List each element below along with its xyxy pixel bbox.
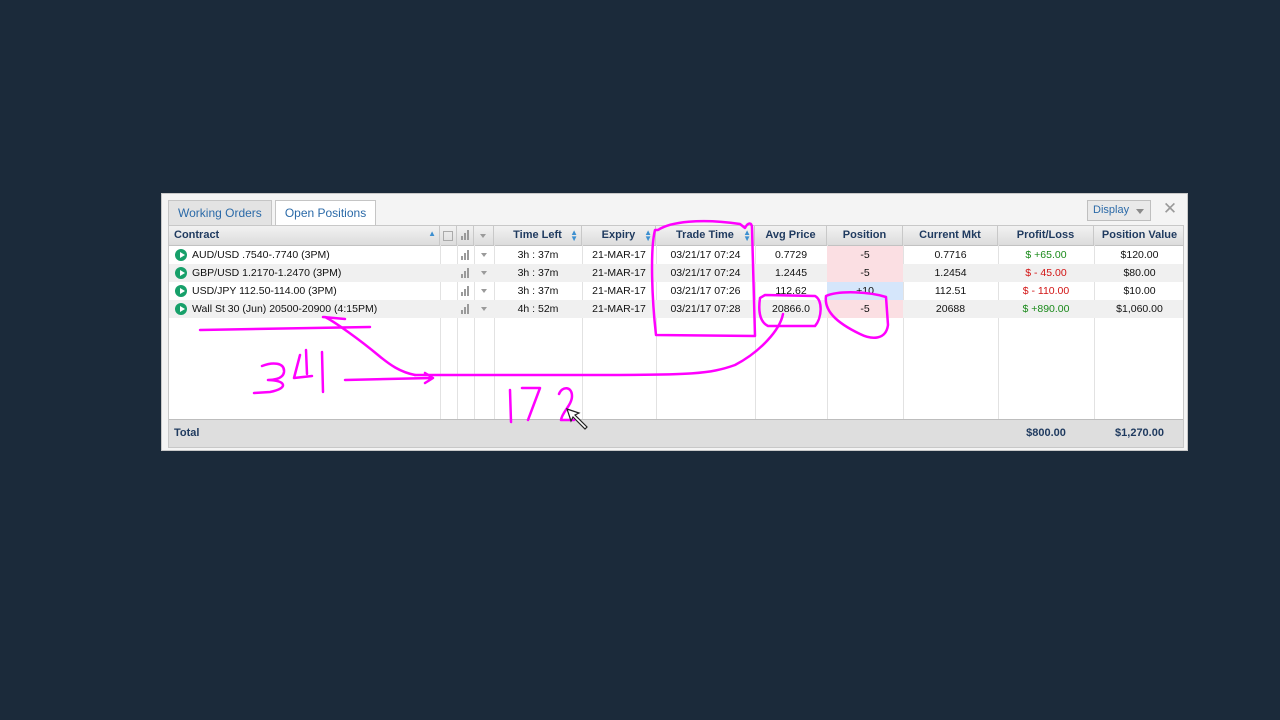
cell-trade-time: 03/21/17 07:24 xyxy=(670,267,741,279)
bar-chart-icon[interactable] xyxy=(461,286,471,296)
close-icon[interactable]: ✕ xyxy=(1161,200,1179,218)
cell-position-value: $1,060.00 xyxy=(1116,303,1163,315)
cell-time-left: 3h : 37m xyxy=(517,285,559,297)
cell-position-value: $120.00 xyxy=(1120,249,1159,261)
list-icon xyxy=(443,231,453,241)
chevron-down-icon[interactable] xyxy=(481,253,487,257)
play-circle-icon[interactable] xyxy=(175,249,187,261)
chevron-down-icon[interactable] xyxy=(481,289,487,293)
col-profit-loss[interactable]: Profit/Loss xyxy=(998,226,1094,245)
cell-position: -5 xyxy=(827,246,903,264)
bar-chart-icon[interactable] xyxy=(461,250,471,260)
cell-profit-loss: $ - 110.00 xyxy=(1022,285,1070,297)
total-row: Total $800.00 $1,270.00 xyxy=(169,419,1183,447)
cell-position: -5 xyxy=(827,264,903,282)
col-trade-time[interactable]: Trade Time ▲ ▼ xyxy=(656,226,755,245)
total-profit-loss: $800.00 xyxy=(1026,427,1066,439)
cell-expiry: 21-MAR-17 xyxy=(592,267,646,279)
bar-chart-icon[interactable] xyxy=(461,304,471,314)
cell-current-mkt: 0.7716 xyxy=(934,249,967,261)
cell-contract: Wall St 30 (Jun) 20500-20900 (4:15PM) xyxy=(192,303,378,315)
play-circle-icon[interactable] xyxy=(175,267,187,279)
cell-time-left: 3h : 37m xyxy=(517,267,559,279)
cell-avg-price: 20866.0 xyxy=(772,303,810,315)
cell-trade-time: 03/21/17 07:28 xyxy=(670,303,741,315)
col-chart-toggle[interactable] xyxy=(457,226,474,245)
cell-position: -5 xyxy=(827,300,903,318)
cell-expiry: 21-MAR-17 xyxy=(592,249,646,261)
sort-icon: ▲ ▼ xyxy=(644,228,652,243)
chevron-down-icon xyxy=(1136,209,1144,214)
total-label: Total xyxy=(174,427,200,439)
display-dropdown[interactable]: Display xyxy=(1087,200,1151,221)
col-contract[interactable]: Contract ▲ xyxy=(169,226,440,245)
play-circle-icon[interactable] xyxy=(175,303,187,315)
cell-time-left: 4h : 52m xyxy=(517,303,559,315)
col-position-value[interactable]: Position Value xyxy=(1094,226,1183,245)
cell-profit-loss: $ - 45.00 xyxy=(1025,267,1067,279)
cell-avg-price: 1.2445 xyxy=(774,267,808,279)
col-time-left[interactable]: Time Left ▲ ▼ xyxy=(494,226,582,245)
cell-trade-time: 03/21/17 07:26 xyxy=(670,285,741,297)
cell-contract: AUD/USD .7540-.7740 (3PM) xyxy=(192,249,330,261)
chevron-down-icon xyxy=(480,234,486,238)
cell-current-mkt: 1.2454 xyxy=(934,267,967,279)
cell-current-mkt: 20688 xyxy=(935,303,966,315)
grid-header: Contract ▲ Time Left ▲ ▼ Expiry ▲ ▼ Trade … xyxy=(169,226,1183,246)
cell-position-value: $80.00 xyxy=(1123,267,1156,279)
sort-asc-icon: ▲ xyxy=(428,229,436,238)
col-expiry[interactable]: Expiry ▲ ▼ xyxy=(582,226,656,245)
table-row[interactable]: AUD/USD .7540-.7740 (3PM) 3h : 37m 21-MAR-… xyxy=(169,246,1183,264)
cell-profit-loss: $ +890.00 xyxy=(1022,303,1070,315)
cell-contract: USD/JPY 112.50-114.00 (3PM) xyxy=(192,285,337,297)
col-menu-toggle[interactable] xyxy=(474,226,494,245)
table-row[interactable]: GBP/USD 1.2170-1.2470 (3PM) 3h : 37m 21-MA… xyxy=(169,264,1183,282)
cell-time-left: 3h : 37m xyxy=(517,249,559,261)
bar-chart-icon xyxy=(461,230,471,240)
total-position-value: $1,270.00 xyxy=(1115,427,1164,439)
cell-trade-time: 03/21/17 07:24 xyxy=(670,249,741,261)
chevron-down-icon[interactable] xyxy=(481,307,487,311)
bar-chart-icon[interactable] xyxy=(461,268,471,278)
cell-avg-price: 0.7729 xyxy=(774,249,808,261)
sort-icon: ▲ ▼ xyxy=(743,228,751,243)
table-row[interactable]: Wall St 30 (Jun) 20500-20900 (4:15PM) 4h … xyxy=(169,300,1183,318)
display-label: Display xyxy=(1093,204,1130,216)
col-note-toggle[interactable] xyxy=(440,226,457,245)
cell-expiry: 21-MAR-17 xyxy=(592,303,646,315)
tab-working-orders[interactable]: Working Orders xyxy=(168,200,272,225)
cell-contract: GBP/USD 1.2170-1.2470 (3PM) xyxy=(192,267,342,279)
tab-open-positions[interactable]: Open Positions xyxy=(274,200,377,226)
cell-position: +10 xyxy=(827,282,903,300)
cell-position-value: $10.00 xyxy=(1123,285,1156,297)
chevron-down-icon[interactable] xyxy=(481,271,487,275)
col-current-mkt[interactable]: Current Mkt xyxy=(903,226,998,245)
move-cursor-icon xyxy=(566,408,588,430)
table-row[interactable]: USD/JPY 112.50-114.00 (3PM) 3h : 37m 21-MA… xyxy=(169,282,1183,300)
positions-grid: Contract ▲ Time Left ▲ ▼ Expiry ▲ ▼ Trade … xyxy=(168,225,1184,448)
sort-icon: ▲ ▼ xyxy=(570,228,578,243)
cell-profit-loss: $ +65.00 xyxy=(1025,249,1067,261)
play-circle-icon[interactable] xyxy=(175,285,187,297)
cell-current-mkt: 112.51 xyxy=(934,285,967,297)
cell-expiry: 21-MAR-17 xyxy=(592,285,646,297)
col-avg-price[interactable]: Avg Price xyxy=(755,226,827,245)
open-positions-panel: Working Orders Open Positions Display ✕ … xyxy=(161,193,1188,451)
col-position[interactable]: Position xyxy=(827,226,903,245)
tab-bar: Working Orders Open Positions xyxy=(168,200,377,226)
cell-avg-price: 112.62 xyxy=(775,285,807,297)
